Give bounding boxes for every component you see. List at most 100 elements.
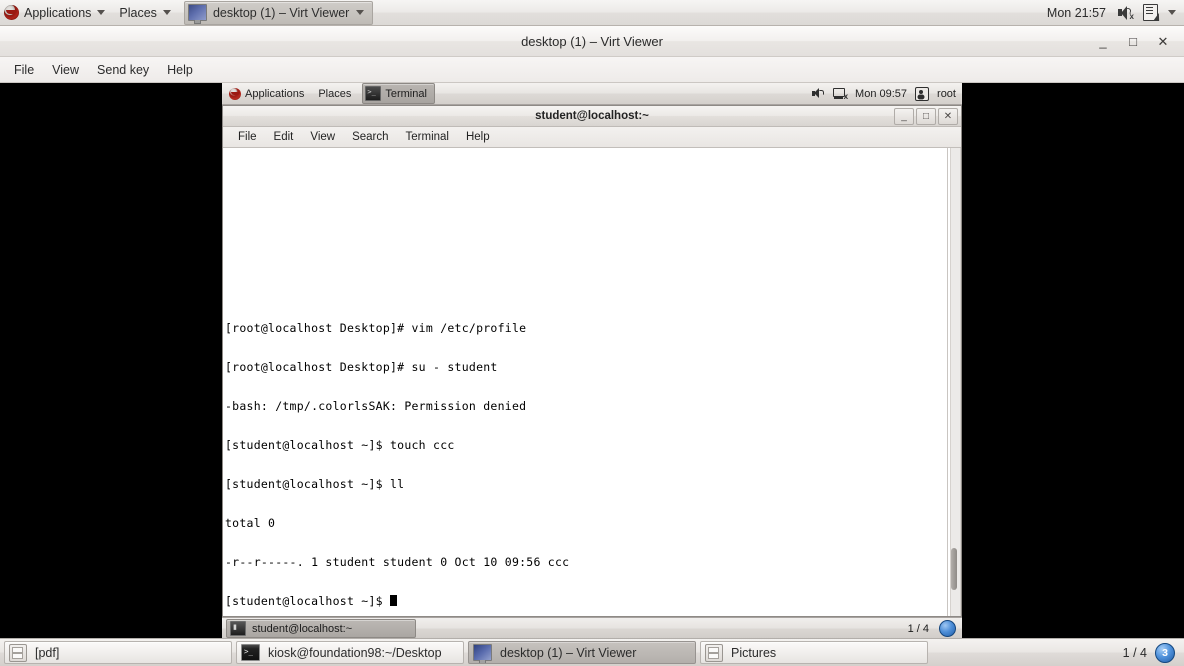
terminal-menu-help[interactable]: Help [459,129,497,145]
vm-places-menu[interactable]: Places [311,83,358,105]
terminal-body: [root@localhost Desktop]# vim /etc/profi… [223,148,961,616]
terminal-prompt-line: [student@localhost ~]$ [225,595,569,608]
terminal-menu-terminal[interactable]: Terminal [399,129,456,145]
terminal-menu-file[interactable]: File [231,129,264,145]
vm-applications-label: Applications [245,87,305,100]
virt-viewer-title: desktop (1) – Virt Viewer [521,33,663,49]
terminal-titlebar[interactable]: student@localhost:~ _ □ ✕ [223,106,961,127]
fedora-logo-icon [229,87,241,100]
user-icon [915,86,930,101]
menu-view[interactable]: View [44,60,87,80]
vm-places-label: Places [318,87,352,100]
terminal-icon [241,644,260,661]
menu-send-key[interactable]: Send key [89,60,157,80]
vm-taskbar-button-terminal[interactable]: student@localhost:~ [226,619,416,638]
host-workspace-indicator[interactable]: 1 / 4 [1123,646,1147,660]
host-panel-window-label: desktop (1) – Virt Viewer [212,5,350,20]
host-tray: Mon 21:57 x [1044,4,1184,21]
taskbar-button-kiosk-terminal[interactable]: kiosk@foundation98:~/Desktop [236,641,464,664]
host-workspace-area: 1 / 4 3 [1123,642,1180,663]
terminal-maximize-button[interactable]: □ [916,108,936,125]
terminal-scrollbar[interactable] [947,148,961,616]
speaker-icon[interactable] [812,88,825,99]
terminal-line: total 0 [225,516,276,530]
vm-window-button-terminal[interactable]: Terminal [362,83,435,104]
host-top-panel: Applications Places desktop (1) – Virt V… [0,0,1184,26]
pictures-icon [705,643,723,662]
terminal-screen[interactable]: [root@localhost Desktop]# vim /etc/profi… [223,148,947,616]
vm-user-label[interactable]: root [937,88,956,100]
host-applications-menu[interactable]: Applications [0,0,112,26]
speaker-mute-icon[interactable]: x [1118,5,1134,20]
virt-viewer-titlebar[interactable]: desktop (1) – Virt Viewer _ □ ✕ [0,26,1184,57]
taskbar-button-pdf[interactable]: [pdf] [4,641,232,664]
vm-workspace-area: 1 / 4 [904,620,958,637]
screen-root: Applications Places desktop (1) – Virt V… [0,0,1184,666]
vm-bottom-panel: student@localhost:~ 1 / 4 [222,617,962,639]
terminal-cursor [390,595,397,606]
network-disconnected-icon[interactable]: x [833,87,848,100]
close-button[interactable]: ✕ [1156,35,1170,48]
terminal-icon [365,86,382,101]
vm-tray: x Mon 09:57 root [812,86,962,101]
terminal-menubar: File Edit View Search Terminal Help [223,127,961,148]
host-places-menu[interactable]: Places [112,0,178,26]
pdf-icon [9,643,27,662]
taskbar-button-label: kiosk@foundation98:~/Desktop [268,645,442,660]
vm-desktop: Applications Places Terminal [222,83,962,639]
terminal-line: [student@localhost ~]$ ll [225,477,405,491]
terminal-window: student@localhost:~ _ □ ✕ File Edit View… [222,105,962,617]
taskbar-button-label: Pictures [731,645,777,660]
monitor-icon [187,4,207,24]
vm-top-panel: Applications Places Terminal [222,83,962,105]
terminal-window-controls: _ □ ✕ [894,108,958,125]
vm-clock[interactable]: Mon 09:57 [855,88,907,100]
host-notification-badge[interactable]: 3 [1155,642,1175,663]
vm-applications-menu[interactable]: Applications [222,83,311,105]
maximize-button[interactable]: □ [1126,35,1140,48]
chevron-down-icon [97,10,106,15]
menu-help[interactable]: Help [159,60,201,80]
terminal-menu-search[interactable]: Search [345,129,395,145]
virt-viewer-canvas: Applications Places Terminal [0,83,1184,639]
terminal-icon [230,620,246,636]
terminal-line: -r--r-----. 1 student student 0 Oct 10 0… [225,555,570,569]
terminal-menu-edit[interactable]: Edit [267,129,301,145]
terminal-close-button[interactable]: ✕ [938,108,958,125]
virt-viewer-menubar: File View Send key Help [0,57,1184,83]
terminal-line: -bash: /tmp/.colorlsSAK: Permission deni… [225,399,527,413]
taskbar-button-virt-viewer[interactable]: desktop (1) – Virt Viewer [468,641,696,664]
host-panel-window-button[interactable]: desktop (1) – Virt Viewer [183,0,374,25]
host-applications-label: Applications [24,5,92,20]
taskbar-button-pictures[interactable]: Pictures [700,641,928,664]
vm-window-button-label: Terminal [385,87,427,100]
virt-viewer-window-controls: _ □ ✕ [1096,26,1178,56]
terminal-prompt: [student@localhost ~]$ [225,594,390,608]
scrollbar-trough[interactable] [950,148,961,616]
chevron-down-icon [162,10,171,15]
vm-workspace-indicator[interactable]: 1 / 4 [904,622,933,636]
minimize-button[interactable]: _ [1096,35,1110,48]
chevron-down-icon [356,10,365,15]
taskbar-button-label: [pdf] [35,645,60,660]
host-taskbar: [pdf] kiosk@foundation98:~/Desktop deskt… [0,638,1184,666]
scrollbar-thumb[interactable] [951,548,957,590]
fedora-logo-icon [4,5,19,20]
vm-notification-badge[interactable] [939,620,956,637]
terminal-output: [root@localhost Desktop]# vim /etc/profi… [225,296,569,616]
taskbar-button-label: desktop (1) – Virt Viewer [500,645,637,660]
terminal-line: [root@localhost Desktop]# vim /etc/profi… [225,321,527,335]
vm-taskbar-button-label: student@localhost:~ [252,622,353,635]
terminal-line: [student@localhost ~]$ touch ccc [225,438,455,452]
host-places-label: Places [119,5,157,20]
virt-viewer-icon [473,644,492,663]
terminal-menu-view[interactable]: View [303,129,342,145]
virt-viewer-window: desktop (1) – Virt Viewer _ □ ✕ File Vie… [0,26,1184,639]
terminal-title: student@localhost:~ [535,110,649,122]
chevron-down-icon[interactable] [1168,10,1176,15]
menu-file[interactable]: File [6,60,42,80]
terminal-minimize-button[interactable]: _ [894,108,914,125]
host-clock[interactable]: Mon 21:57 [1044,6,1109,20]
terminal-line: [root@localhost Desktop]# su - student [225,360,498,374]
document-bolt-icon[interactable] [1143,4,1158,21]
